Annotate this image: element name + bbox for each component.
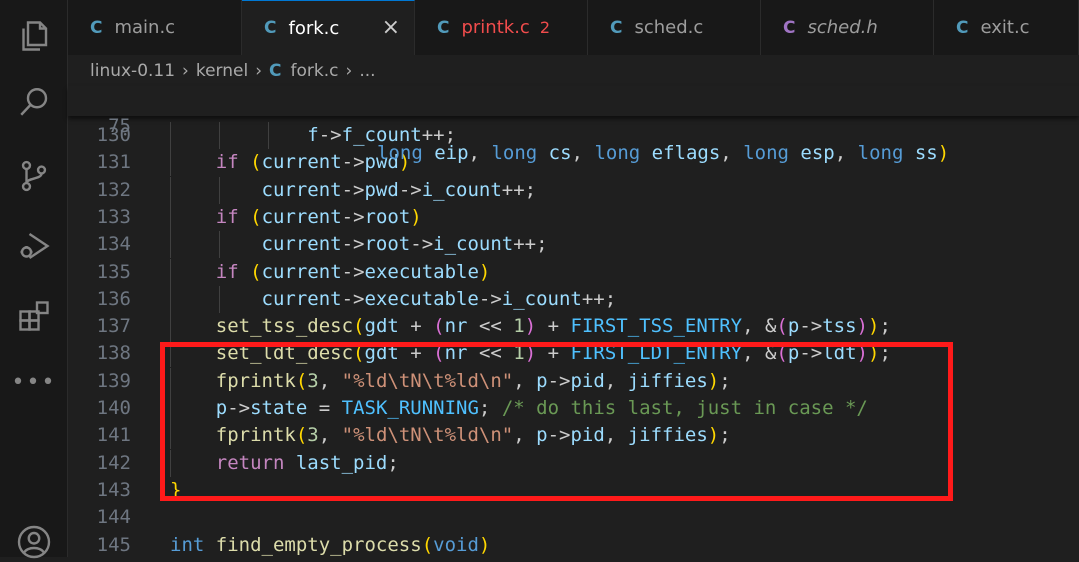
c-file-icon: C bbox=[90, 17, 103, 38]
chevron-right-icon: › bbox=[255, 61, 263, 81]
code-line: if (current->root) bbox=[215, 205, 422, 228]
close-icon[interactable]: × bbox=[382, 15, 400, 40]
line-number: 136 bbox=[96, 287, 131, 310]
tab-label: sched.c bbox=[634, 17, 704, 38]
breadcrumb-file[interactable]: fork.c bbox=[291, 61, 339, 81]
code-line: current->root->i_count++; bbox=[261, 233, 548, 256]
tab-fork-c[interactable]: C fork.c × bbox=[242, 0, 415, 55]
tab-sched-h[interactable]: C sched.h bbox=[761, 0, 934, 55]
tab-exit-c[interactable]: C exit.c bbox=[934, 0, 1079, 55]
line-number: 139 bbox=[96, 369, 131, 392]
explorer-icon[interactable] bbox=[14, 16, 54, 56]
editor-tabs: C main.c C fork.c × C printk.c 2 C sched… bbox=[68, 0, 1079, 55]
highlight-annotation-box bbox=[160, 342, 953, 501]
chevron-right-icon: › bbox=[182, 61, 189, 81]
breadcrumb-symbol[interactable]: ... bbox=[359, 61, 375, 81]
code-row[interactable]: 145 int find_empty_process(void) bbox=[68, 532, 1079, 559]
c-file-icon: C bbox=[269, 61, 282, 81]
code-line: set_tss_desc(gdt + (nr << 1) + FIRST_TSS… bbox=[215, 315, 891, 338]
line-number: 137 bbox=[96, 315, 131, 338]
c-file-icon: C bbox=[264, 18, 277, 38]
line-number: 140 bbox=[96, 397, 131, 419]
code-row[interactable]: 134 current->root->i_count++; bbox=[68, 231, 1079, 259]
code-line: long eip, long cs, long eflags, long esp… bbox=[377, 142, 950, 164]
extensions-icon[interactable] bbox=[14, 296, 54, 336]
run-debug-icon[interactable] bbox=[14, 226, 54, 266]
breadcrumb-folder[interactable]: linux-0.11 bbox=[90, 61, 175, 81]
code-row[interactable]: 137 set_tss_desc(gdt + (nr << 1) + FIRST… bbox=[68, 313, 1079, 341]
code-line: current->pwd->i_count++; bbox=[261, 178, 537, 201]
breadcrumb-subfolder[interactable]: kernel bbox=[196, 61, 248, 81]
code-line: int find_empty_process(void) bbox=[170, 533, 491, 556]
source-control-icon[interactable] bbox=[14, 156, 54, 196]
tab-label: fork.c bbox=[288, 17, 340, 39]
line-number: 135 bbox=[96, 260, 131, 283]
code-row[interactable]: 132 current->pwd->i_count++; bbox=[68, 176, 1079, 204]
tab-label: sched.h bbox=[807, 17, 878, 38]
problem-count-badge: 2 bbox=[539, 18, 551, 37]
search-icon[interactable] bbox=[14, 82, 54, 122]
line-number: 138 bbox=[96, 342, 131, 365]
tab-printk-c[interactable]: C printk.c 2 bbox=[415, 0, 588, 55]
line-number: 75 bbox=[108, 115, 131, 137]
line-number: 134 bbox=[96, 233, 131, 256]
c-file-icon: C bbox=[437, 17, 450, 38]
tab-label: printk.c bbox=[461, 17, 530, 38]
line-number: 133 bbox=[96, 205, 131, 228]
account-icon[interactable] bbox=[14, 522, 54, 562]
tab-main-c[interactable]: C main.c bbox=[68, 0, 242, 55]
code-row[interactable]: 135 if (current->executable) bbox=[68, 258, 1079, 286]
c-file-icon: C bbox=[610, 17, 623, 38]
breadcrumb: linux-0.11 › kernel › C fork.c › ... bbox=[90, 58, 376, 84]
chevron-right-icon: › bbox=[345, 61, 353, 81]
code-line: if (current->pwd) bbox=[215, 151, 411, 174]
tab-label: main.c bbox=[114, 17, 176, 38]
tab-sched-c[interactable]: C sched.c bbox=[588, 0, 761, 55]
header-file-icon: C bbox=[783, 17, 796, 38]
code-row[interactable]: 133 if (current->root) bbox=[68, 203, 1079, 231]
code-line: if (current->executable) bbox=[215, 260, 491, 283]
line-number: 141 bbox=[96, 424, 131, 447]
c-file-icon: C bbox=[956, 17, 969, 38]
tab-label: exit.c bbox=[980, 17, 1030, 38]
code-line: current->executable->i_count++; bbox=[261, 287, 617, 310]
line-number: 144 bbox=[96, 506, 131, 529]
code-row[interactable]: 144 bbox=[68, 504, 1079, 531]
line-number: 143 bbox=[96, 478, 131, 501]
activity-bar: ••• bbox=[0, 0, 68, 559]
line-number: 142 bbox=[96, 451, 131, 474]
sticky-scroll-line[interactable]: 75 long eip, long cs, long eflags, long … bbox=[68, 86, 1079, 164]
line-number: 145 bbox=[96, 533, 131, 556]
more-icon[interactable]: ••• bbox=[12, 362, 55, 402]
code-row[interactable]: 136 current->executable->i_count++; bbox=[68, 285, 1079, 313]
